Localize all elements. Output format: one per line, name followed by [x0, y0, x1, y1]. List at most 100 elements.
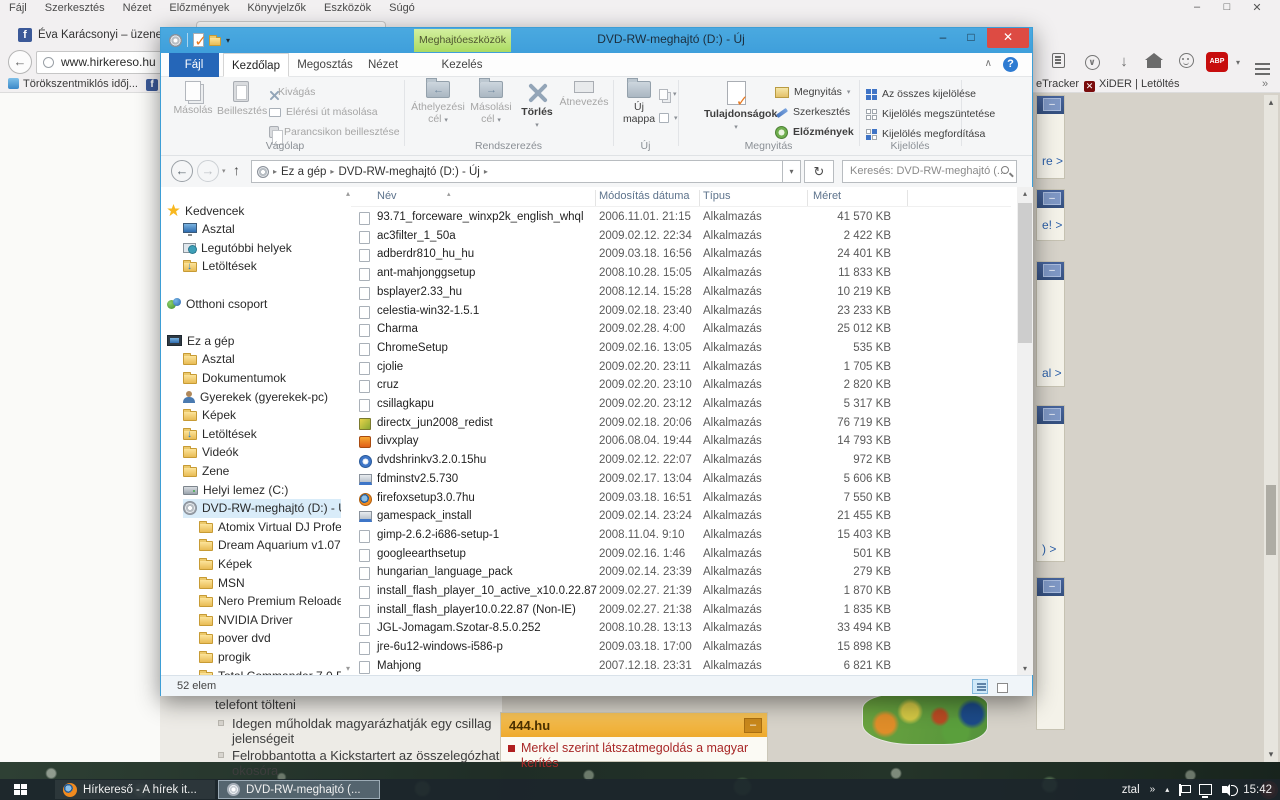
file-row[interactable]: hungarian_language_pack 2009.02.14. 23:39… [351, 564, 1011, 583]
file-row[interactable]: directx_jun2008_redist 2009.02.18. 20:06 A… [351, 415, 1011, 434]
nav-back-button[interactable]: ← [171, 160, 193, 182]
tab-megosztas[interactable]: Megosztás [293, 53, 357, 77]
help-icon[interactable]: ? [1003, 57, 1018, 72]
bookmark-xider[interactable]: ✕ XiDER | Letöltés [1084, 78, 1180, 92]
adblock-caret-icon[interactable]: ▾ [1228, 58, 1248, 76]
panel-more-link[interactable]: ) > [1042, 542, 1056, 556]
maximize-button[interactable]: □ [958, 28, 984, 48]
bookmark-weather[interactable]: Törökszentmiklós időj... [8, 78, 138, 90]
address-dropdown-chevron[interactable]: ▾ [783, 160, 801, 183]
bookmark-facebook[interactable]: f [146, 78, 158, 91]
rename-button[interactable]: Átnevezés [557, 79, 611, 139]
panel-more-link[interactable]: re > [1042, 154, 1063, 168]
search-input[interactable]: Keresés: DVD-RW-meghajtó (... [842, 160, 1017, 183]
sidebar-item[interactable]: Total Commander 7.0 P [199, 666, 341, 675]
qat-customize-chevron-icon[interactable]: ▾ [226, 36, 230, 45]
taskbar-button-explorer[interactable]: DVD-RW-meghajtó (... [218, 780, 380, 799]
sidebar-item[interactable]: pover dvd [199, 629, 341, 648]
bookmarks-panel-icon[interactable] [1048, 53, 1068, 71]
breadcrumb[interactable]: ▸ Ez a gép ▸ DVD-RW-meghajtó (D:) - Új ▸ [251, 160, 783, 183]
tab-kezdolap[interactable]: Kezdőlap [223, 53, 289, 77]
tab-kezeles[interactable]: Kezelés [435, 53, 489, 77]
action-center-flag-icon[interactable] [1179, 783, 1192, 796]
panel-minimize-button[interactable]: – [1043, 408, 1061, 421]
sidebar-item[interactable]: Videók [183, 443, 341, 462]
panel-minimize-button[interactable]: – [1043, 98, 1061, 111]
tab-fajl[interactable]: Fájl [169, 53, 219, 77]
minimize-button[interactable]: – [930, 28, 956, 48]
file-row[interactable]: JGL-Jomagam.Szotar-8.5.0.252 2008.10.28. … [351, 620, 1011, 639]
menu-3[interactable]: Előzmények [160, 0, 238, 16]
bookmarks-overflow-chevron[interactable]: » [1262, 78, 1268, 90]
file-row[interactable]: divxplay 2006.08.04. 19:44 Alkalmazás 14 79… [351, 433, 1011, 452]
bookmark-etracker[interactable]: eTracker [1036, 78, 1079, 90]
copy-to-button[interactable]: → Másolási cél ▾ [467, 78, 515, 139]
volume-icon[interactable] [1222, 783, 1239, 796]
paste-shortcut-button[interactable]: Parancsikon beillesztése [269, 123, 400, 145]
column-header-date[interactable]: Módosítás dátuma [599, 190, 690, 202]
thumbnail-view-button[interactable] [994, 679, 1010, 694]
panel-minimize-button[interactable]: – [1043, 264, 1061, 277]
copy-button[interactable]: Másolás [171, 79, 215, 139]
file-row[interactable]: fdminstv2.5.730 2009.02.17. 13:04 Alkalmaz… [351, 471, 1011, 490]
news-item[interactable]: Idegen műholdak magyarázhatják egy csill… [218, 716, 517, 746]
taskbar-button-firefox[interactable]: Hírkereső - A hírek it... [55, 780, 215, 799]
browser-maximize-button[interactable]: □ [1216, 1, 1238, 13]
file-row[interactable]: bsplayer2.33_hu 2008.12.14. 15:28 Alkalmaz… [351, 284, 1011, 303]
easy-access-button[interactable]: ▾ [659, 109, 678, 127]
file-list-scrollbar[interactable]: ▴ ▾ [1017, 187, 1033, 675]
file-row[interactable]: cjolie 2009.02.20. 23:11 Alkalmazás 1 705 K… [351, 359, 1011, 378]
desktop-toolbar-label[interactable]: ztal [1122, 784, 1140, 796]
pocket-icon[interactable]: ∨ [1082, 53, 1102, 71]
menu-1[interactable]: Szerkesztés [36, 0, 114, 16]
file-row[interactable]: csillagkapu 2009.02.20. 23:12 Alkalmazás 5 … [351, 396, 1011, 415]
sidebar-item[interactable]: Atomix Virtual DJ Profes [199, 517, 341, 536]
scrollbar-thumb[interactable] [1018, 203, 1032, 343]
qat-properties-icon[interactable] [193, 32, 207, 50]
panel-minimize-button[interactable]: – [1043, 192, 1061, 205]
scroll-down-arrow[interactable]: ▾ [1017, 664, 1033, 673]
news-item[interactable]: Felrobbantotta a Kickstartert az összele… [218, 748, 517, 778]
sidebar-item[interactable]: Legutóbbi helyek [183, 238, 341, 257]
weather-map[interactable] [862, 693, 988, 745]
file-row[interactable]: ChromeSetup 2009.02.16. 13:05 Alkalmazás 53… [351, 340, 1011, 359]
home-icon[interactable] [1144, 53, 1164, 71]
browser-close-button[interactable]: ✕ [1246, 1, 1268, 14]
show-hidden-icons-chevron[interactable]: ▴ [1165, 785, 1169, 794]
sidebar-item[interactable]: Dokumentumok [183, 368, 341, 387]
scroll-down-arrow[interactable]: ▾ [1264, 749, 1278, 760]
file-row[interactable]: gamespack_install 2009.02.14. 23:24 Alkalm… [351, 508, 1011, 527]
file-row[interactable]: install_flash_player_10_active_x10.0.22.… [351, 583, 1011, 602]
history-button[interactable]: Előzmények [775, 123, 854, 141]
page-scrollbar-thumb[interactable] [1266, 485, 1276, 555]
sidebar-item[interactable]: Kedvencek [167, 201, 339, 220]
new-item-button[interactable]: ▾ [659, 85, 677, 103]
open-button[interactable]: Megnyitás ▾ [775, 83, 850, 101]
panel-minimize-button[interactable]: – [1043, 580, 1061, 593]
nav-up-button[interactable]: ↑ [233, 162, 240, 178]
details-view-button[interactable] [972, 679, 988, 694]
menu-2[interactable]: Nézet [114, 0, 161, 16]
qat-new-folder-icon[interactable] [209, 34, 221, 46]
sidebar-item[interactable]: Letöltések [183, 257, 341, 276]
adblock-plus-icon[interactable]: ABP [1206, 52, 1228, 72]
file-row[interactable]: dvdshrinkv3.2.0.15hu 2009.02.12. 22:07 Alk… [351, 452, 1011, 471]
file-row[interactable]: gimp-2.6.2-i686-setup-1 2008.11.04. 9:10 A… [351, 527, 1011, 546]
new-folder-button[interactable]: Új mappa [617, 78, 661, 139]
ribbon-collapse-icon[interactable]: ∧ [985, 58, 992, 69]
cut-button[interactable]: Kivágás [269, 83, 315, 101]
delete-button[interactable]: Törlés ▾ [517, 79, 557, 139]
file-row[interactable]: googleearthsetup 2009.02.16. 1:46 Alkalmaz… [351, 546, 1011, 565]
menu-4[interactable]: Könyvjelzők [238, 0, 315, 16]
column-header-size[interactable]: Méret [813, 190, 841, 202]
scroll-up-arrow[interactable]: ▴ [1017, 189, 1033, 198]
nav-forward-button[interactable]: → [197, 160, 219, 182]
refresh-button[interactable]: ↻ [804, 160, 834, 183]
start-button[interactable] [14, 784, 27, 795]
breadcrumb-current[interactable]: DVD-RW-meghajtó (D:) - Új [338, 166, 479, 178]
sidebar-item[interactable]: Képek [199, 554, 341, 573]
sidebar-item[interactable]: Képek [183, 406, 341, 425]
nav-history-chevron-icon[interactable]: ▾ [222, 167, 226, 175]
move-to-button[interactable]: ← Áthelyezési cél ▾ [411, 78, 465, 139]
column-header-name[interactable]: Név [377, 190, 397, 202]
